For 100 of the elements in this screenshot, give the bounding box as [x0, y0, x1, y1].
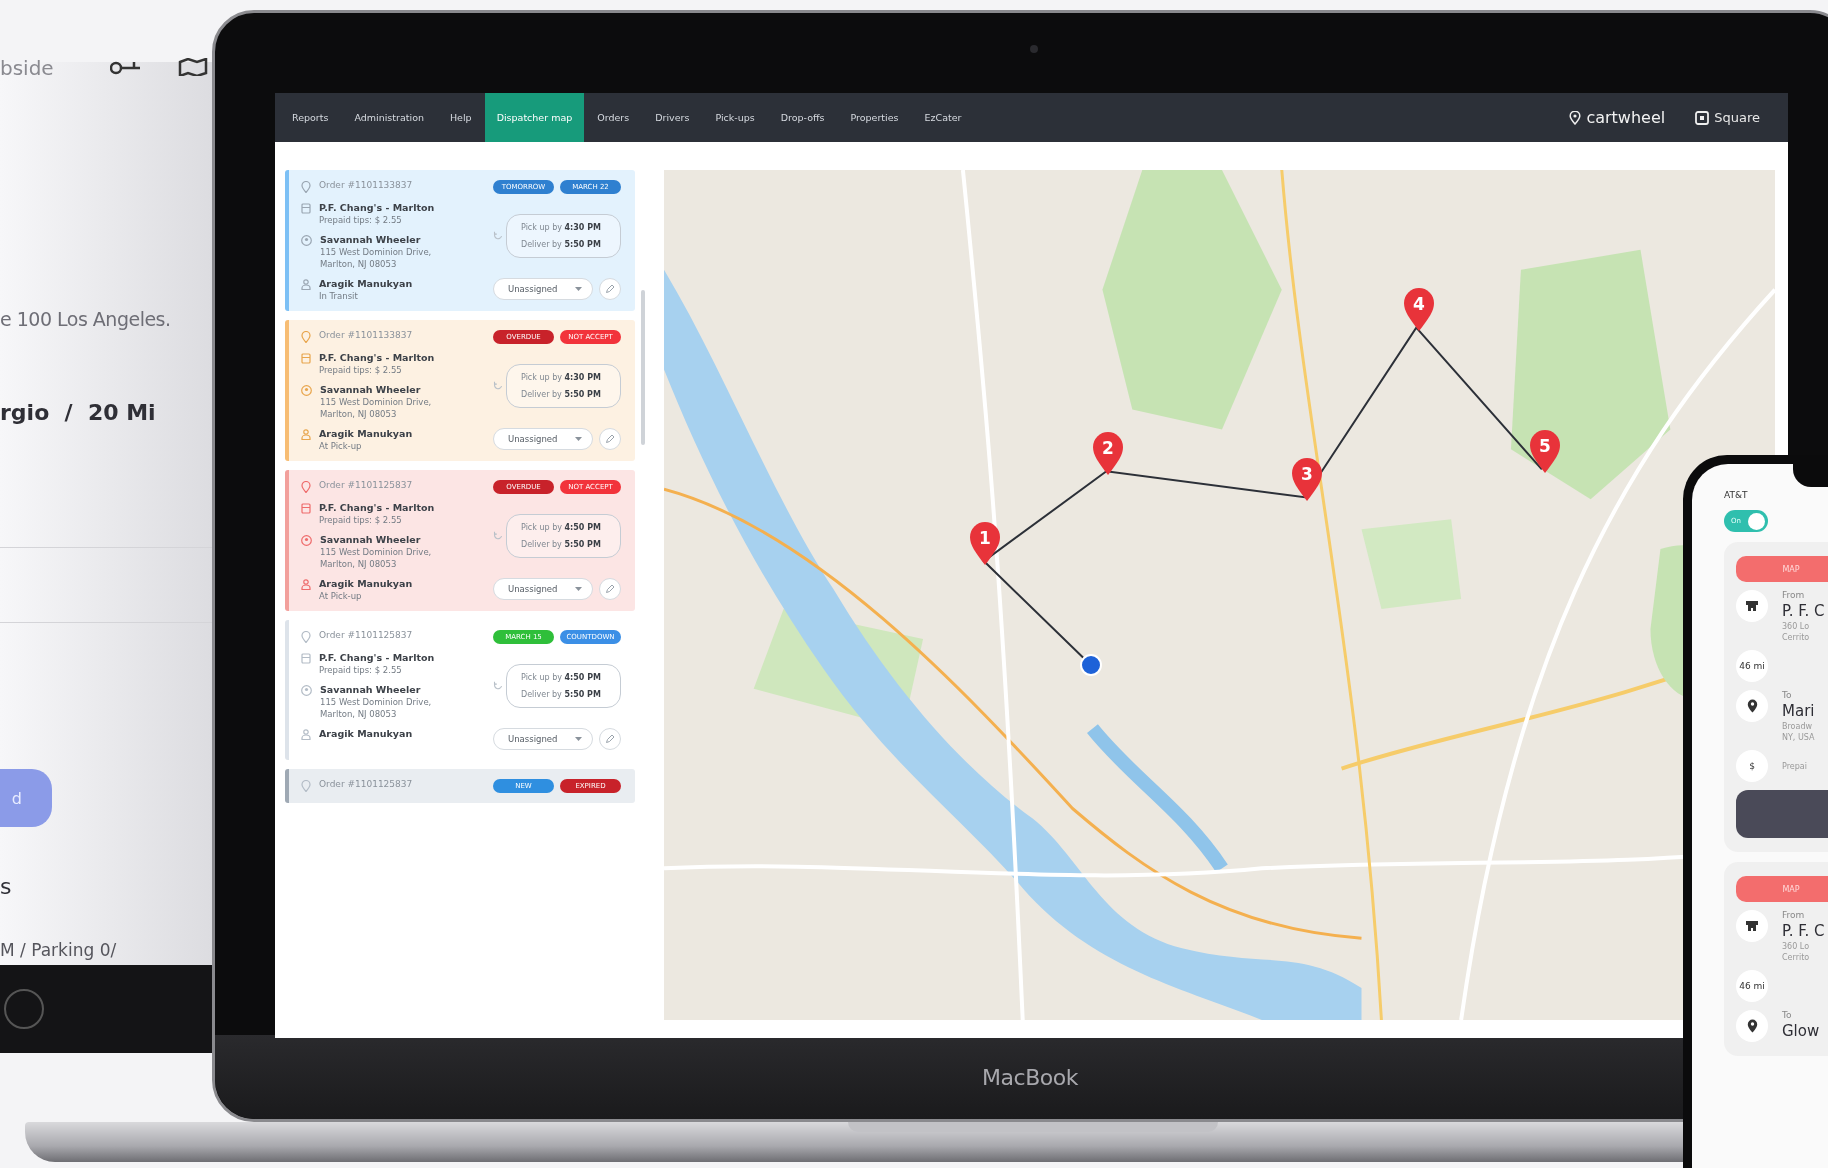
address-line: 360 Lo [1782, 622, 1811, 631]
map-pin[interactable]: 5 [1529, 430, 1561, 474]
parking-text: M / Parking 0/ [0, 940, 117, 960]
pickup-name: P. F. C [1782, 602, 1825, 620]
map-icon [178, 58, 208, 76]
address-line: Marlton, NJ 08053 [320, 709, 398, 719]
delivery-time: Deliver by 5:50 PM [521, 240, 602, 249]
nav-tab[interactable]: Help [436, 93, 485, 142]
delivery-time: Deliver by 5:50 PM [521, 390, 602, 399]
address-line: Cerrito [1782, 633, 1811, 642]
pickup-time: Pick up by 4:30 PM [521, 373, 602, 382]
scrollbar[interactable] [641, 290, 645, 445]
carrier-name: AT&T [1724, 490, 1749, 500]
pickup-time: Pick up by 4:50 PM [521, 523, 602, 532]
location-pin-icon [301, 181, 311, 193]
order-card[interactable] [285, 170, 635, 311]
user-circle-icon [301, 235, 312, 246]
camera-icon [1030, 45, 1038, 53]
pencil-icon [605, 434, 615, 444]
restaurant-name: P.F. Chang's - Marlton [319, 352, 435, 363]
logo: cartwheel [1569, 108, 1666, 127]
nav-tab[interactable]: Pick-ups [702, 93, 768, 142]
store-icon [301, 353, 311, 364]
driver-dropdown[interactable]: Unassigned [493, 578, 593, 600]
tab-label: bside [0, 56, 54, 80]
driver-dropdown[interactable]: Unassigned [493, 728, 593, 750]
pickup-name: P. F. C [1782, 922, 1825, 940]
section-title: s [0, 874, 12, 899]
laptop-brand: MacBook [982, 1064, 1078, 1090]
driver-name: Aragik Manukyan [319, 728, 413, 739]
refresh-icon [493, 231, 503, 241]
account-link[interactable]: Square [1695, 110, 1760, 125]
address-line: Marlton, NJ 08053 [320, 559, 398, 569]
pin-icon [1569, 110, 1582, 125]
edit-button[interactable] [599, 578, 621, 600]
store-icon [1745, 600, 1759, 612]
user-circle-icon [301, 685, 312, 696]
address-line: 115 West Dominion Drive, [320, 247, 432, 257]
address-line: Marlton, NJ 08053 [320, 259, 398, 269]
restaurant-name: P.F. Chang's - Marlton [319, 652, 435, 663]
nav-tab[interactable]: Drop-offs [767, 93, 838, 142]
map-pin[interactable]: 2 [1092, 432, 1124, 476]
edit-button[interactable] [599, 728, 621, 750]
price-icon: $ [1736, 750, 1768, 782]
address-text: e 100 Los Angeles. [0, 308, 171, 330]
store-icon [1745, 920, 1759, 932]
address-line: 115 West Dominion Drive, [320, 547, 432, 557]
tips-text: Prepaid tips: $ 2.55 [319, 215, 403, 225]
nav-tab[interactable]: Reports [279, 93, 342, 142]
customer-name: Savannah Wheeler [320, 684, 422, 695]
customer-name: Savannah Wheeler [320, 534, 422, 545]
person-icon [301, 279, 311, 290]
restaurant-name: P.F. Chang's - Marlton [319, 502, 435, 513]
to-label: To [1782, 690, 1793, 700]
tips-text: Prepaid tips: $ 2.55 [319, 515, 403, 525]
location-pin-icon [1746, 699, 1758, 713]
pencil-icon [605, 584, 615, 594]
dropoff-name: Glow [1782, 1022, 1820, 1040]
address-line: Broadw [1782, 722, 1814, 731]
nav-tab[interactable]: Properties [837, 93, 912, 142]
pencil-icon [605, 284, 615, 294]
address-line: Cerrito [1782, 953, 1811, 962]
from-label: From [1782, 590, 1806, 600]
user-circle-icon [301, 535, 312, 546]
from-label: From [1782, 910, 1806, 920]
map-pin[interactable]: 4 [1403, 288, 1435, 332]
edit-button[interactable] [599, 278, 621, 300]
order-card[interactable] [285, 470, 635, 611]
refresh-icon [493, 531, 503, 541]
delivery-status: At Pick-up [319, 591, 363, 601]
location-pin-icon [301, 631, 311, 643]
location-pin-icon [301, 481, 311, 493]
tips-text: Prepaid tips: $ 2.55 [319, 365, 403, 375]
address-line: 115 West Dominion Drive, [320, 397, 432, 407]
address-line: 360 Lo [1782, 942, 1811, 951]
location-pin-icon [1746, 1019, 1758, 1033]
order-card[interactable] [285, 320, 635, 461]
map-pin[interactable]: 1 [969, 522, 1001, 566]
dropoff-name: Mari [1782, 702, 1815, 720]
delivery-status: In Transit [319, 291, 359, 301]
customer-name: Savannah Wheeler [320, 234, 422, 245]
nav-tab[interactable]: Administration [341, 93, 437, 142]
location-pin-icon [301, 331, 311, 343]
store-icon [301, 203, 311, 214]
nav-tab[interactable]: Drivers [642, 93, 703, 142]
restaurant-name: P.F. Chang's - Marlton [319, 202, 435, 213]
pickup-time: Pick up by 4:50 PM [521, 673, 602, 682]
map-pin[interactable]: 3 [1291, 458, 1323, 502]
delivery-time: Deliver by 5:50 PM [521, 690, 602, 699]
order-number: Order #1101125837 [319, 779, 413, 789]
nav-tab[interactable]: Orders [584, 93, 643, 142]
driver-name: Aragik Manukyan [319, 428, 413, 439]
edit-button[interactable] [599, 428, 621, 450]
home-button[interactable] [4, 989, 44, 1029]
address-line: 115 West Dominion Drive, [320, 697, 432, 707]
order-number: Order #1101125837 [319, 630, 413, 640]
driver-dropdown[interactable]: Unassigned [493, 428, 593, 450]
person-icon [301, 429, 311, 440]
nav-tab[interactable]: EzCater [911, 93, 975, 142]
driver-dropdown[interactable]: Unassigned [493, 278, 593, 300]
